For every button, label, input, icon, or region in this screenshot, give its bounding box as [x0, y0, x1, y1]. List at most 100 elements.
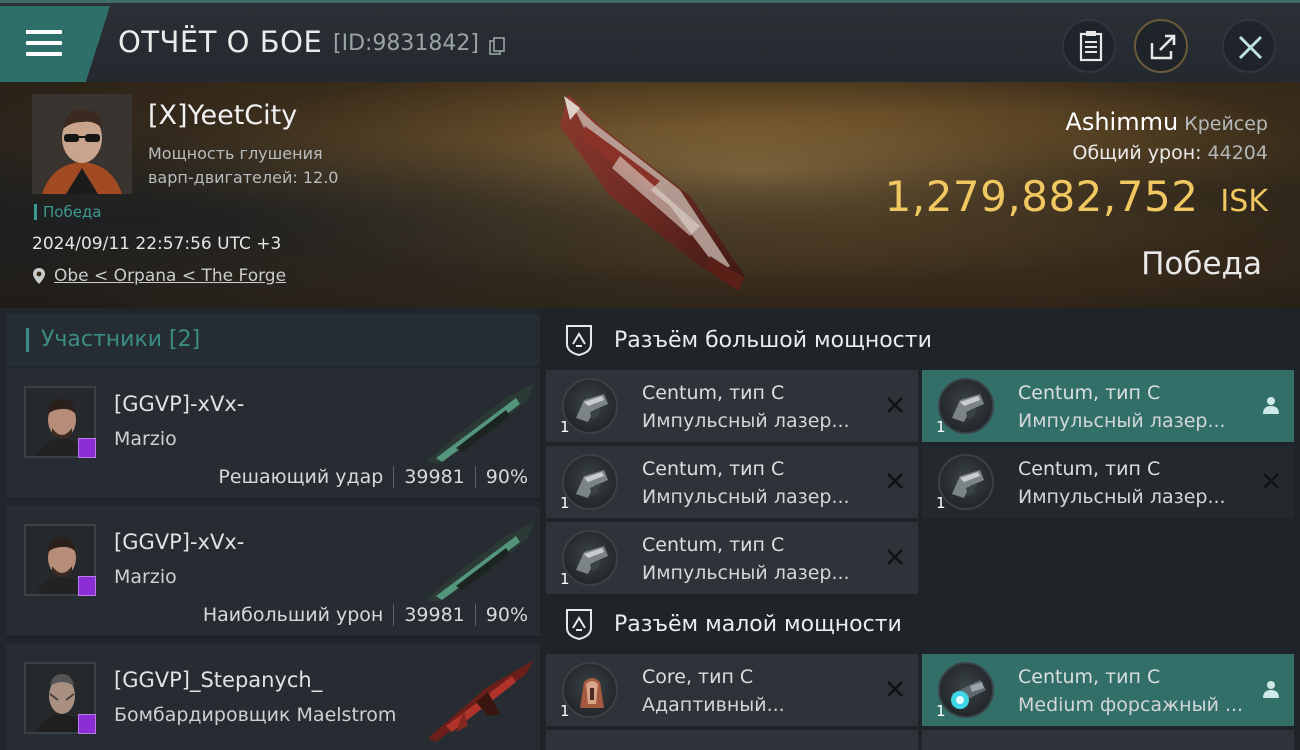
participant-name[interactable]: [GGVP]_Stepanych_ [114, 668, 322, 692]
participant-ship-image [426, 384, 534, 464]
participants-panel: Участники [2] [GGVP]-xVx- Marzio Решающи… [0, 308, 540, 750]
share-icon [1150, 34, 1176, 60]
isk-value: 1,279,882,752 [884, 172, 1199, 221]
pulse-laser-icon [562, 378, 618, 434]
module-description: Импульсный лазер... [642, 562, 850, 584]
participant-row[interactable]: [GGVP]-xVx- Marzio Наибольший урон 39981… [6, 506, 540, 638]
participant-name[interactable]: [GGVP]-xVx- [114, 392, 244, 416]
participants-title: Участники [2] [26, 328, 200, 352]
close-icon[interactable] [1260, 470, 1282, 492]
victim-summary: [X]YeetCity Мощность глушения варп-двига… [0, 82, 1300, 308]
location-pin-icon [33, 268, 45, 284]
participant-name[interactable]: [GGVP]-xVx- [114, 530, 244, 554]
total-damage-value: 44204 [1207, 142, 1268, 164]
afterburner-icon [938, 662, 994, 718]
location-text: Obe < Orpana < The Forge [54, 266, 287, 286]
module-name: Centum, тип C [1018, 458, 1161, 480]
module-slot[interactable] [546, 730, 918, 750]
module-description: Импульсный лазер... [1018, 486, 1226, 508]
participant-ship: Marzio [114, 566, 177, 588]
participant-percent: 90% [485, 466, 528, 488]
module-slot[interactable] [922, 730, 1294, 750]
close-icon[interactable] [884, 678, 906, 700]
isk-unit: ISK [1220, 184, 1268, 219]
clipboard-button[interactable] [1062, 19, 1116, 73]
module-slot[interactable]: 1 Centum, тип C Импульсный лазер... [546, 370, 918, 442]
divider [393, 604, 395, 626]
person-icon[interactable] [1260, 678, 1282, 700]
module-quantity: 1 [560, 418, 570, 436]
total-damage-label: Общий урон: [1072, 142, 1202, 164]
module-description: Medium форсажный ... [1018, 694, 1244, 716]
close-icon[interactable] [884, 470, 906, 492]
high-slot-title: Разъём большой мощности [614, 328, 932, 353]
result-big: Победа [1141, 246, 1262, 282]
participant-damage: 39981 [404, 604, 465, 626]
module-name: Centum, тип C [642, 458, 785, 480]
low-slot-icon [566, 609, 592, 640]
module-slot[interactable]: 1 Centum, тип C Импульсный лазер... [922, 370, 1294, 442]
person-icon[interactable] [1260, 394, 1282, 416]
participant-row[interactable]: [GGVP]_Stepanych_ Бомбардировщик Maelstr… [6, 644, 540, 750]
total-damage: Общий урон: 44204 [1072, 142, 1268, 164]
module-name: Centum, тип C [642, 534, 785, 556]
close-icon [1238, 35, 1263, 60]
low-slot-header: Разъём малой мощности [546, 594, 1300, 654]
location-link[interactable]: Obe < Orpana < The Forge [32, 266, 286, 286]
close-icon[interactable] [884, 394, 906, 416]
module-quantity: 1 [936, 418, 946, 436]
module-quantity: 1 [936, 702, 946, 720]
pulse-laser-icon [562, 530, 618, 586]
module-description: Импульсный лазер... [1018, 410, 1226, 432]
copy-icon[interactable] [489, 37, 505, 55]
ship-name-text: Ashimmu [1065, 108, 1179, 136]
participant-ship: Marzio [114, 428, 177, 450]
divider [474, 466, 476, 488]
pulse-laser-icon [938, 378, 994, 434]
module-slot[interactable]: 1 Core, тип C Адаптивный... [546, 654, 918, 726]
participant-percent: 90% [485, 604, 528, 626]
module-description: Импульсный лазер... [642, 486, 850, 508]
fitting-panel: Разъём большой мощности 1 Centum, тип C … [540, 308, 1300, 750]
rank-badge-icon [78, 576, 96, 596]
module-description: Адаптивный... [642, 694, 785, 716]
participant-damage: 39981 [404, 466, 465, 488]
participant-role: Решающий удар [218, 466, 384, 488]
hamburger-icon [26, 30, 62, 58]
low-slot-title: Разъём малой мощности [614, 612, 902, 637]
divider [474, 604, 476, 626]
module-quantity: 1 [560, 570, 570, 588]
close-button[interactable] [1222, 19, 1276, 73]
divider [393, 466, 395, 488]
module-slot[interactable]: 1 Centum, тип C Импульсный лазер... [546, 446, 918, 518]
clipboard-icon [1079, 31, 1103, 62]
victim-ship-image [560, 94, 745, 291]
share-button[interactable] [1134, 19, 1188, 73]
participant-stats: Решающий удар 39981 90% [218, 466, 528, 488]
victim-pilot-name[interactable]: [X]YeetCity [148, 100, 297, 131]
module-slot[interactable]: 1 Centum, тип C Импульсный лазер... [922, 446, 1294, 518]
victim-portrait[interactable] [32, 94, 132, 194]
close-icon[interactable] [884, 546, 906, 568]
module-name: Centum, тип C [1018, 666, 1161, 688]
isk-loss: 1,279,882,752 ISK [885, 172, 1268, 221]
module-name: Centum, тип C [642, 382, 785, 404]
participant-row[interactable]: [GGVP]-xVx- Marzio Решающий удар 39981 9… [6, 368, 540, 500]
page-title: ОТЧЁТ О БОЕ [118, 25, 323, 59]
victim-attribute: Мощность глушения варп-двигателей: 12.0 [148, 142, 368, 190]
rank-badge-icon [78, 714, 96, 734]
module-description: Импульсный лазер... [642, 410, 850, 432]
module-slot[interactable]: 1 Centum, тип C Импульсный лазер... [546, 522, 918, 594]
menu-button[interactable] [0, 6, 110, 82]
participant-ship-image [428, 660, 534, 742]
kill-datetime: 2024/09/11 22:57:56 UTC +3 [32, 234, 282, 254]
ship-class: Крейсер [1184, 113, 1268, 135]
module-name: Core, тип C [642, 666, 754, 688]
attribute-line-1: Мощность глушения [148, 144, 323, 163]
participants-header[interactable]: Участники [2] [6, 314, 540, 366]
module-quantity: 1 [560, 702, 570, 720]
victim-ship-name[interactable]: Ashimmu Крейсер [1065, 108, 1268, 136]
pulse-laser-icon [562, 454, 618, 510]
adaptive-plating-icon [562, 662, 618, 718]
module-slot[interactable]: 1 Centum, тип C Medium форсажный ... [922, 654, 1294, 726]
